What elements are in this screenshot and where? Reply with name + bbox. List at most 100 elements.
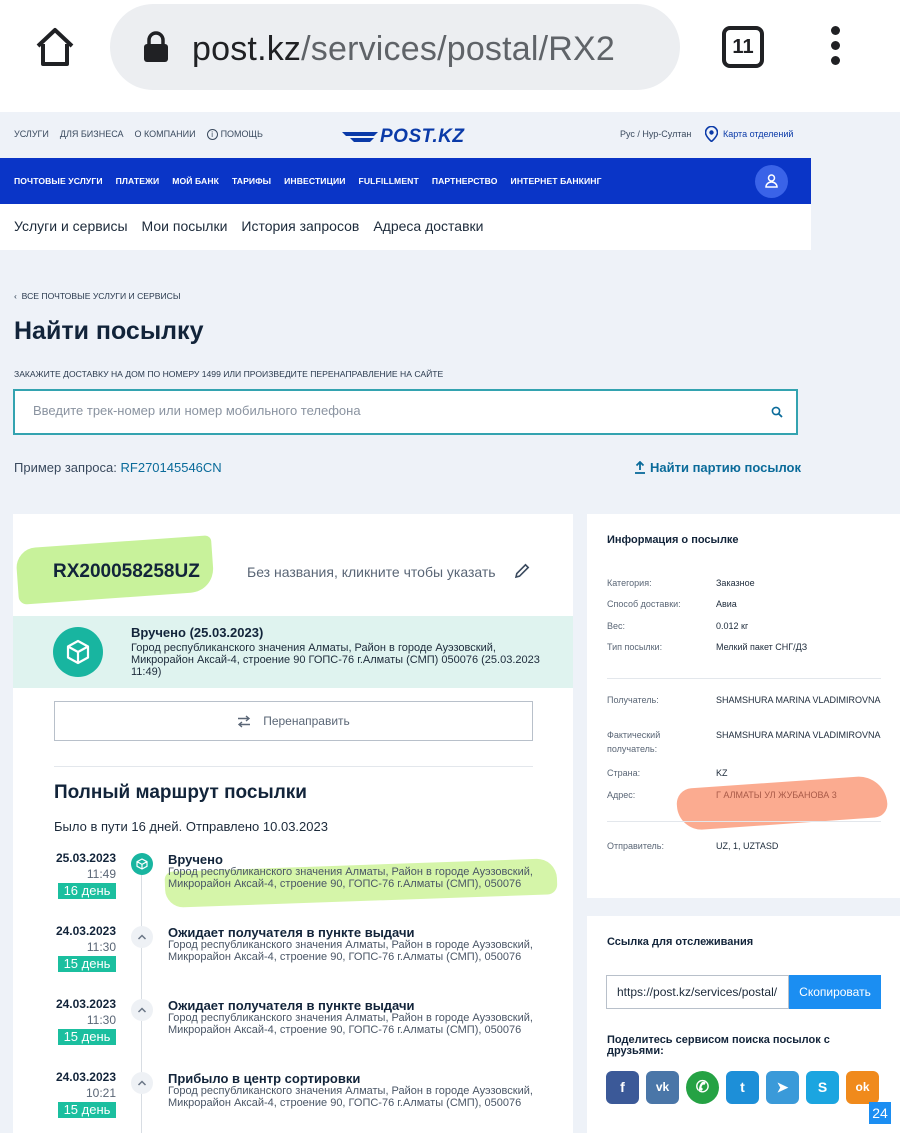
package-icon — [136, 858, 148, 870]
parcel-type-value: Мелкий пакет СНГ/ДЗ — [716, 642, 808, 652]
timeline-event: 24.03.2023 11:30 15 день Ожидает получат… — [55, 924, 533, 972]
actual-recipient-value: SHAMSHURA MARINA VLADIMIROVNA — [716, 730, 881, 740]
route-summary: Было в пути 16 дней. Отправлено 10.03.20… — [54, 819, 328, 834]
chevron-left-icon: ‹ — [14, 291, 22, 301]
day-badge: 15 день — [58, 956, 116, 972]
search-input[interactable] — [33, 403, 733, 418]
copy-button[interactable]: Скопировать — [789, 975, 881, 1009]
weight-value: 0.012 кг — [716, 621, 749, 631]
category-value: Заказное — [716, 578, 755, 588]
topnav-link-help[interactable]: i ПОМОЩЬ — [206, 129, 263, 140]
timeline-event: 24.03.2023 11:30 15 день Ожидает получат… — [55, 997, 533, 1045]
skype-icon[interactable]: S — [806, 1071, 839, 1104]
lock-icon — [144, 31, 168, 62]
parcel-info-card: Информация о посылке Категория: Заказное… — [587, 514, 900, 898]
search-icon[interactable] — [771, 406, 783, 418]
parcel-name-prompt[interactable]: Без названия, кликните чтобы указать — [247, 564, 496, 580]
nav-tariffs[interactable]: ТАРИФЫ — [232, 176, 271, 186]
subnav-history[interactable]: История запросов — [241, 218, 359, 234]
subnav-my-parcels[interactable]: Мои посылки — [142, 218, 228, 234]
chevron-up-icon — [137, 1080, 147, 1086]
tracking-link-card: Ссылка для отслеживания https://post.kz/… — [587, 916, 900, 1133]
page-number-badge: 24 — [869, 1102, 891, 1126]
whatsapp-icon[interactable]: ✆ — [686, 1071, 719, 1104]
odnoklassniki-icon[interactable]: ok — [846, 1071, 879, 1104]
example-query: Пример запроса: RF270145546CN — [14, 460, 222, 475]
chevron-up-icon — [137, 934, 147, 940]
track-number: RX200058258UZ — [53, 561, 200, 582]
parcel-card: RX200058258UZ Без названия, кликните что… — [13, 514, 573, 1133]
url-text: post.kz/services/postal/RX2 — [192, 30, 616, 68]
status-address: Город республиканского значения Алматы, … — [131, 642, 540, 678]
url-bar[interactable]: post.kz/services/postal/RX2 — [110, 4, 680, 90]
status-badge — [53, 627, 103, 677]
status-title: Вручено (25.03.2023) — [131, 625, 264, 640]
share-text: Поделитесь сервисом поиска посылок с дру… — [607, 1034, 830, 1057]
nav-partnership[interactable]: ПАРТНЕРСТВО — [432, 176, 498, 186]
divider — [607, 821, 881, 822]
upload-icon — [635, 461, 645, 474]
twitter-icon[interactable]: t — [726, 1071, 759, 1104]
tracking-link-title: Ссылка для отслеживания — [607, 936, 754, 948]
swap-arrows-icon — [238, 714, 251, 728]
nav-internet-banking[interactable]: ИНТЕРНЕТ БАНКИНГ — [511, 176, 602, 186]
search-box — [13, 389, 798, 435]
timeline-event: 24.03.2023 10:21 15 день Прибыло в центр… — [55, 1070, 533, 1118]
nav-payments[interactable]: ПЛАТЕЖИ — [116, 176, 160, 186]
branch-map-link[interactable]: Карта отделений — [705, 126, 793, 142]
site-top-bar: УСЛУГИ ДЛЯ БИЗНЕСА О КОМПАНИИ i ПОМОЩЬ PO… — [0, 112, 811, 158]
delivery-value: Авиа — [716, 599, 737, 609]
day-badge: 15 день — [58, 1102, 116, 1118]
browser-chrome: post.kz/services/postal/RX2 11 — [0, 0, 900, 112]
subnav-services[interactable]: Услуги и сервисы — [14, 218, 128, 234]
divider — [54, 766, 533, 767]
subnav-addresses[interactable]: Адреса доставки — [373, 218, 483, 234]
delivery-hint: ЗАКАЖИТЕ ДОСТАВКУ НА ДОМ ПО НОМЕРУ 1499 … — [14, 369, 444, 379]
recipient-value: SHAMSHURA MARINA VLADIMIROVNA — [716, 695, 881, 705]
event-dot — [131, 853, 153, 875]
timeline-event: 25.03.2023 11:49 16 день Вручено Город р… — [13, 851, 573, 921]
event-dot — [131, 926, 153, 948]
nav-my-bank[interactable]: МОЙ БАНК — [172, 176, 219, 186]
facebook-icon[interactable]: f — [606, 1071, 639, 1104]
logo-wing-icon — [342, 132, 378, 142]
chevron-up-icon — [137, 1007, 147, 1013]
sub-navigation: Услуги и сервисы Мои посылки История зап… — [0, 204, 811, 250]
main-navigation: ПОЧТОВЫЕ УСЛУГИ ПЛАТЕЖИ МОЙ БАНК ТАРИФЫ … — [0, 158, 811, 204]
event-dot — [131, 999, 153, 1021]
user-icon — [765, 174, 778, 188]
user-account-button[interactable] — [755, 165, 788, 198]
delivery-status-banner: Вручено (25.03.2023) Город республиканск… — [13, 616, 573, 688]
language-region-selector[interactable]: Рус / Нур-Султан — [620, 129, 691, 139]
redirect-button[interactable]: Перенаправить — [54, 701, 533, 741]
breadcrumb[interactable]: ‹ ВСЕ ПОЧТОВЫЕ УСЛУГИ И СЕРВИСЫ — [14, 291, 180, 301]
telegram-icon[interactable]: ➤ — [766, 1071, 799, 1104]
day-badge: 15 день — [58, 1029, 116, 1045]
topnav-link-services[interactable]: УСЛУГИ — [14, 129, 49, 140]
info-icon: i — [206, 129, 218, 140]
address-value: Г АЛМАТЫ УЛ ЖУБАНОВА 3 — [716, 790, 837, 800]
tracking-url-field[interactable]: https://post.kz/services/postal/ — [606, 975, 789, 1009]
home-icon[interactable] — [34, 26, 76, 68]
topnav-link-business[interactable]: ДЛЯ БИЗНЕСА — [60, 129, 124, 140]
kebab-menu-icon[interactable] — [828, 26, 842, 70]
edit-pencil-icon[interactable] — [513, 562, 531, 580]
location-pin-icon — [705, 126, 718, 142]
nav-fulfillment[interactable]: FULFILLMENT — [359, 176, 419, 186]
vk-icon[interactable]: vk — [646, 1071, 679, 1104]
info-title: Информация о посылке — [607, 534, 739, 546]
post-kz-logo[interactable]: POST.KZ — [340, 124, 480, 148]
example-code-link[interactable]: RF270145546CN — [121, 460, 222, 475]
package-icon — [66, 639, 90, 665]
nav-investments[interactable]: ИНВЕСТИЦИИ — [284, 176, 345, 186]
divider — [607, 678, 881, 679]
marker-highlight — [675, 774, 889, 832]
tab-switcher-button[interactable]: 11 — [722, 26, 764, 68]
topnav-link-about[interactable]: О КОМПАНИИ — [135, 129, 196, 140]
day-badge: 16 день — [58, 883, 116, 899]
page-title: Найти посылку — [14, 317, 204, 345]
nav-postal-services[interactable]: ПОЧТОВЫЕ УСЛУГИ — [14, 176, 103, 186]
sender-value: UZ, 1, UZTASD — [716, 841, 779, 851]
route-title: Полный маршрут посылки — [54, 782, 307, 803]
batch-search-link[interactable]: Найти партию посылок — [634, 460, 801, 475]
